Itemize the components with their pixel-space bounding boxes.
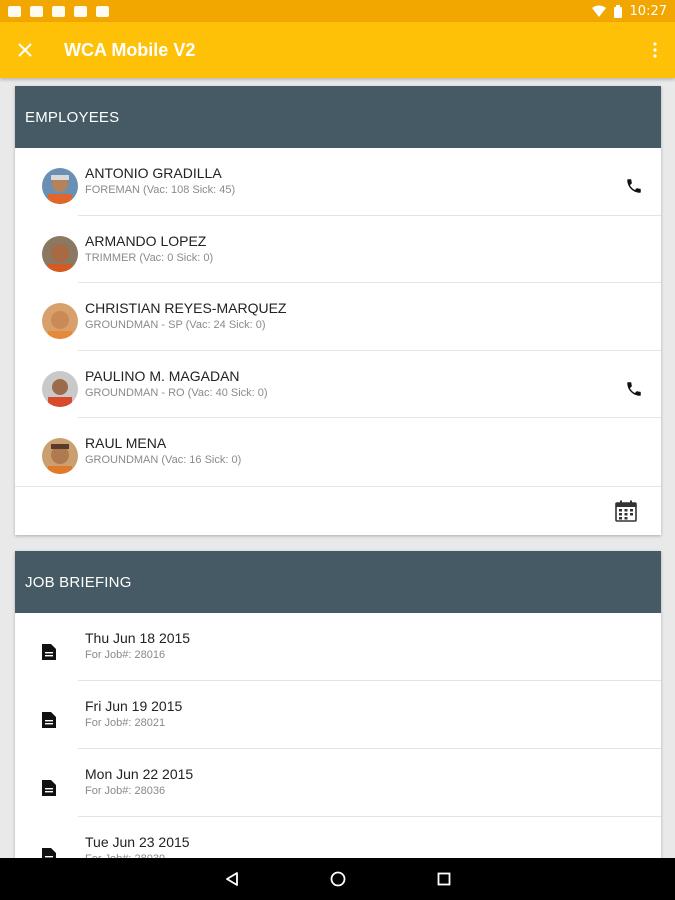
avatar xyxy=(42,168,78,204)
employee-name: CHRISTIAN REYES-MARQUEZ xyxy=(85,300,287,316)
calendar-icon[interactable] xyxy=(615,500,637,522)
mail-icon xyxy=(8,5,21,17)
overflow-menu-button[interactable] xyxy=(635,22,675,78)
avatar xyxy=(42,438,78,474)
back-button[interactable] xyxy=(222,869,242,889)
employees-header: EMPLOYEES xyxy=(15,86,661,148)
gallery-icon xyxy=(52,5,65,17)
briefing-date: Fri Jun 19 2015 xyxy=(85,698,183,714)
more-vert-icon xyxy=(653,42,657,58)
employee-name: ANTONIO GRADILLA xyxy=(85,165,222,181)
job-briefing-row[interactable]: Fri Jun 19 2015 For Job#: 28021 xyxy=(15,681,661,749)
briefing-date: Mon Jun 22 2015 xyxy=(85,766,194,782)
play-icon xyxy=(74,5,87,17)
employee-name: PAULINO M. MAGADAN xyxy=(85,367,240,384)
briefing-job: For Job#: 28021 xyxy=(85,717,166,729)
employee-row[interactable]: ARMANDO LOPEZ TRIMMER (Vac: 0 Sick: 0) xyxy=(15,216,661,283)
employee-detail: TRIMMER (Vac: 0 Sick: 0) xyxy=(85,251,214,264)
wifi-icon xyxy=(591,5,606,17)
employee-row[interactable]: RAUL MENA GROUNDMAN (Vac: 16 Sick: 0) xyxy=(15,418,661,486)
document-icon xyxy=(42,644,56,660)
home-icon xyxy=(330,871,345,887)
job-briefing-row[interactable]: Mon Jun 22 2015 For Job#: 28036 xyxy=(15,749,661,817)
navigation-bar xyxy=(0,858,675,900)
avatar xyxy=(42,370,78,407)
avatar xyxy=(42,235,78,272)
employee-name: RAUL MENA xyxy=(85,435,167,451)
job-briefing-card: JOB BRIEFING Thu Jun 18 2015 For Job#: 2… xyxy=(15,551,661,871)
job-briefing-header: JOB BRIEFING xyxy=(15,551,661,613)
document-icon xyxy=(42,712,56,728)
close-button[interactable] xyxy=(0,22,50,78)
job-briefing-row[interactable]: Thu Jun 18 2015 For Job#: 28016 xyxy=(15,613,661,681)
employee-row[interactable]: ANTONIO GRADILLA FOREMAN (Vac: 108 Sick:… xyxy=(15,148,661,216)
battery-icon xyxy=(613,4,622,18)
recents-button[interactable] xyxy=(434,869,454,889)
app-bar: WCA Mobile V2 xyxy=(0,22,675,78)
close-icon xyxy=(18,43,32,57)
briefing-date: Tue Jun 23 2015 xyxy=(85,834,190,850)
employees-card: EMPLOYEES ANTONIO GRADILLA FOREMAN (Vac:… xyxy=(15,86,661,535)
briefing-date: Thu Jun 18 2015 xyxy=(85,630,191,646)
employee-detail: GROUNDMAN (Vac: 16 Sick: 0) xyxy=(85,454,242,466)
employees-footer xyxy=(15,485,661,535)
employee-detail: FOREMAN (Vac: 108 Sick: 45) xyxy=(85,184,236,196)
document-icon xyxy=(42,780,56,796)
back-icon xyxy=(225,872,238,886)
recents-icon xyxy=(437,872,450,886)
briefing-job: For Job#: 28036 xyxy=(85,785,166,797)
phone-icon[interactable] xyxy=(625,177,643,195)
briefing-job: For Job#: 28016 xyxy=(85,649,166,661)
home-button[interactable] xyxy=(328,869,348,889)
photos-icon xyxy=(96,5,109,17)
employee-detail: GROUNDMAN - RO (Vac: 40 Sick: 0) xyxy=(85,386,268,399)
status-bar: 10:27 xyxy=(0,0,675,22)
phone-icon[interactable] xyxy=(625,380,643,398)
app-title: WCA Mobile V2 xyxy=(64,39,196,60)
status-time: 10:27 xyxy=(629,3,667,19)
avatar xyxy=(42,303,78,339)
notification-icons xyxy=(8,5,109,17)
image-icon xyxy=(30,5,43,17)
employee-detail: GROUNDMAN - SP (Vac: 24 Sick: 0) xyxy=(85,319,266,331)
employee-row[interactable]: PAULINO M. MAGADAN GROUNDMAN - RO (Vac: … xyxy=(15,351,661,418)
employee-row[interactable]: CHRISTIAN REYES-MARQUEZ GROUNDMAN - SP (… xyxy=(15,283,661,351)
employee-name: ARMANDO LOPEZ xyxy=(85,232,207,249)
